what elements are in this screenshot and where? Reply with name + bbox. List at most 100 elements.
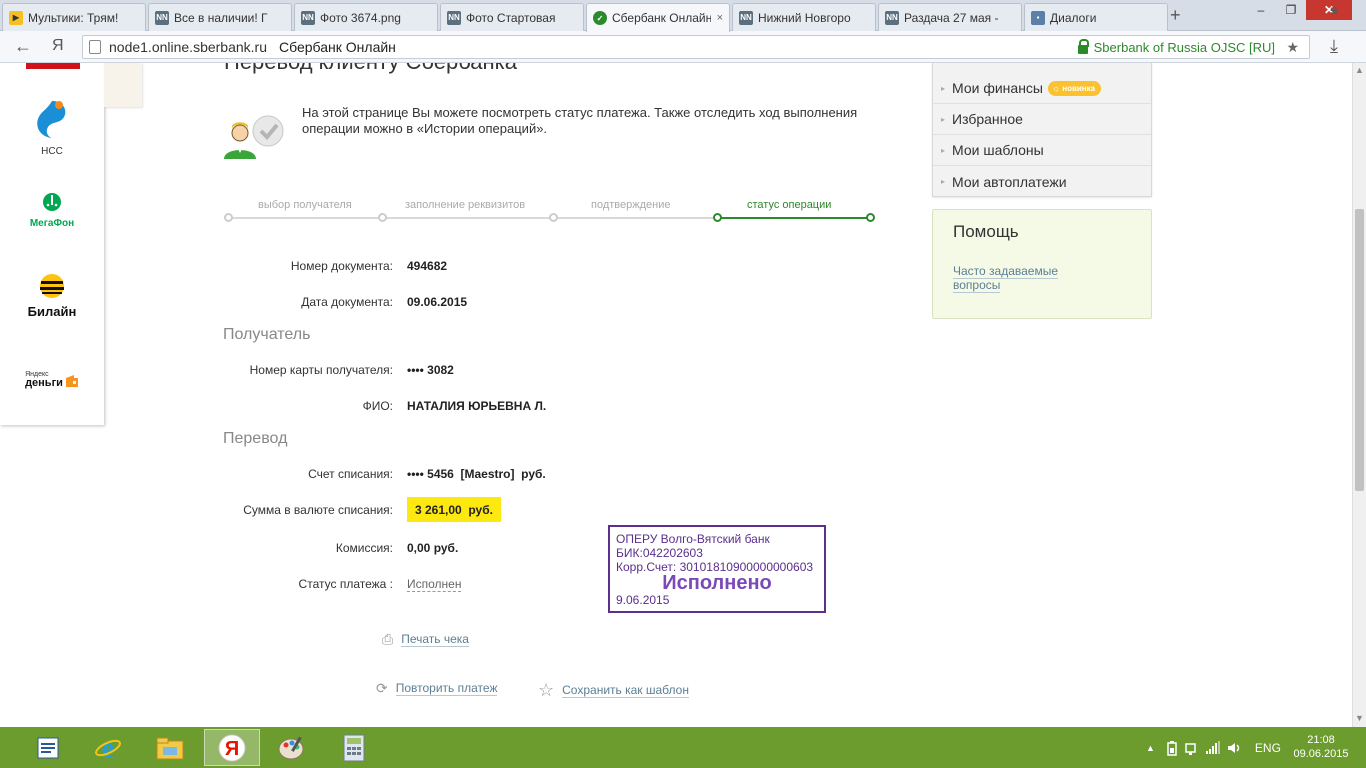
provider-logo-partial [26,63,80,69]
play-icon: ▶ [9,10,23,25]
security-indicator[interactable]: Sberbank of Russia OJSC [RU] [1077,38,1275,55]
repeat-payment-button[interactable]: ⟳ Повторить платеж [376,680,498,697]
clock[interactable]: 21:08 09.06.2015 [1288,733,1354,761]
tab-dialogi[interactable]: ▪ Диалоги [1024,3,1168,31]
chat-icon: ▪ [1031,10,1045,25]
new-tab-button[interactable]: + [1170,5,1181,26]
calculator-icon [343,734,365,761]
window-close-icon[interactable]: ✕ [1306,0,1352,20]
bullet-icon: ▸ [941,83,946,93]
provider-megafon[interactable]: МегаФон [0,191,104,229]
doc-date-label: Дата документа: [301,295,393,309]
volume-icon[interactable] [1227,741,1243,755]
page-title: Перевод клиенту Сбербанка [224,63,517,75]
stamp-status: Исполнено [662,572,772,594]
taskbar: e Я ▲ ENG 21:08 09.06.2015 [0,727,1366,768]
fee-value: 0,00 руб. [407,541,459,555]
internet-explorer-icon: e [95,733,121,763]
step-confirm: подтверждение [591,199,671,211]
taskbar-wordpad[interactable] [20,729,76,766]
bullet-icon: ▸ [941,114,946,124]
network-icon[interactable] [1185,740,1199,756]
faq-link[interactable]: Часто задаваемые вопросы [953,264,1093,293]
download-icon[interactable]: ⤓ [1330,36,1338,57]
beige-panel-edge [104,63,142,107]
taskbar-file-explorer[interactable] [142,729,198,766]
provider-beeline[interactable]: Билайн [0,273,104,319]
sidebar-item-favorites[interactable]: ▸ Избранное [933,104,1151,135]
sidebar-item-my-finances[interactable]: ▸ Мои финансы ☼ новинка [933,73,1151,104]
tab-nizhniy-novgorod[interactable]: NN Нижний Новгоро [732,3,876,31]
taskbar-yandex-browser[interactable]: Я [204,729,260,766]
provider-nss[interactable]: НСС [0,97,104,157]
minimize-icon[interactable]: – [1246,0,1276,20]
taskbar-internet-explorer[interactable]: e [80,729,136,766]
wordpad-icon [37,737,59,758]
bank-stamp: ОПЕРУ Волго-Вятский банк БИК:042202603 К… [608,525,826,613]
scroll-down-icon[interactable]: ▼ [1355,713,1364,723]
language-indicator[interactable]: ENG [1255,741,1281,755]
yandex-icon[interactable]: Я [52,37,64,55]
transfer-section-title: Перевод [223,430,288,447]
system-tray: ▲ ENG [1146,727,1281,768]
account-label: Счет списания: [308,467,393,481]
url-input[interactable]: node1.online.sberbank.ru Сбербанк Онлайн… [82,35,1310,59]
megafon-logo-icon [43,193,61,211]
sun-icon: ☼ [1051,83,1061,93]
amount-label: Сумма в валюте списания: [243,503,393,517]
card-label: Номер карты получателя: [249,363,393,377]
beeline-logo-icon [40,274,64,298]
fee-label: Комиссия: [335,541,393,555]
provider-column: НСС МегаФон Билайн Яндекс деньги [0,63,104,425]
tab-razdacha[interactable]: NN Раздача 27 мая - [878,3,1022,31]
nn-icon: NN [301,10,315,25]
back-arrow-icon[interactable]: ← [14,36,32,57]
page-icon [89,40,101,54]
page-viewport: НСС МегаФон Билайн Яндекс деньги На этой… [0,63,1352,727]
print-receipt-button[interactable]: ⎙ Печать чека [382,631,469,648]
svg-text:e: e [102,733,114,763]
recipient-section-title: Получатель [223,326,311,343]
tab-strip: ▶ Мультики: Трям! NN Все в наличии! Г NN… [0,0,1366,32]
yandex-money-logo-icon [65,375,78,387]
bullet-icon: ▸ [941,177,946,186]
tab-foto-3674[interactable]: NN Фото 3674.png [294,3,438,31]
scroll-up-icon[interactable]: ▲ [1355,65,1364,75]
tab-multiki[interactable]: ▶ Мультики: Трям! [2,3,146,31]
tray-expand-icon[interactable]: ▲ [1146,743,1155,753]
status-value[interactable]: Исполнен [407,577,462,592]
star-icon: ☆ [538,680,555,700]
vertical-scrollbar[interactable]: ▲ ▼ [1352,63,1366,727]
bullet-icon: ▸ [941,145,946,155]
doc-date-value: 09.06.2015 [407,295,468,309]
client-transfer-icon [224,115,284,159]
taskbar-calculator[interactable] [326,729,382,766]
browser-menu-icon[interactable]: ≡ [1330,2,1338,18]
maximize-icon[interactable]: ❐ [1276,0,1306,20]
paint-icon [278,736,304,759]
tab-vse-v-nalichii[interactable]: NN Все в наличии! Г [148,3,292,31]
battery-icon[interactable] [1165,740,1179,756]
nn-icon: NN [739,10,753,25]
nn-icon: NN [155,10,169,25]
help-box: Помощь Часто задаваемые вопросы [932,209,1152,319]
account-value: •••• 5456 [Maestro] руб. [407,467,546,481]
provider-yandex-money[interactable]: Яндекс деньги [0,365,104,389]
sidebar-item-autopayments[interactable]: ▸ Мои автоплатежи [933,166,1151,197]
svg-text:Я: Я [225,738,239,760]
step-recipient: выбор получателя [258,199,352,211]
save-template-button[interactable]: ☆ Сохранить как шаблон [538,680,689,701]
scrollbar-thumb[interactable] [1355,209,1364,491]
printer-icon: ⎙ [382,631,394,647]
step-details: заполнение реквизитов [405,199,526,211]
close-icon[interactable]: × [717,12,723,24]
step-line [228,217,718,219]
tab-sberbank-online[interactable]: ✓ Сбербанк Онлайн × [586,3,730,32]
taskbar-paint[interactable] [264,729,320,766]
signal-icon[interactable] [1205,740,1221,755]
tab-foto-startovaya[interactable]: NN Фото Стартовая [440,3,584,31]
step-dot-active [866,213,875,222]
bookmark-star-icon[interactable]: ★ [1286,39,1299,56]
sidebar-menu: ▸ Мои финансы ☼ новинка ▸ Избранное ▸ Мо… [932,63,1152,197]
sidebar-item-templates[interactable]: ▸ Мои шаблоны [933,135,1151,166]
